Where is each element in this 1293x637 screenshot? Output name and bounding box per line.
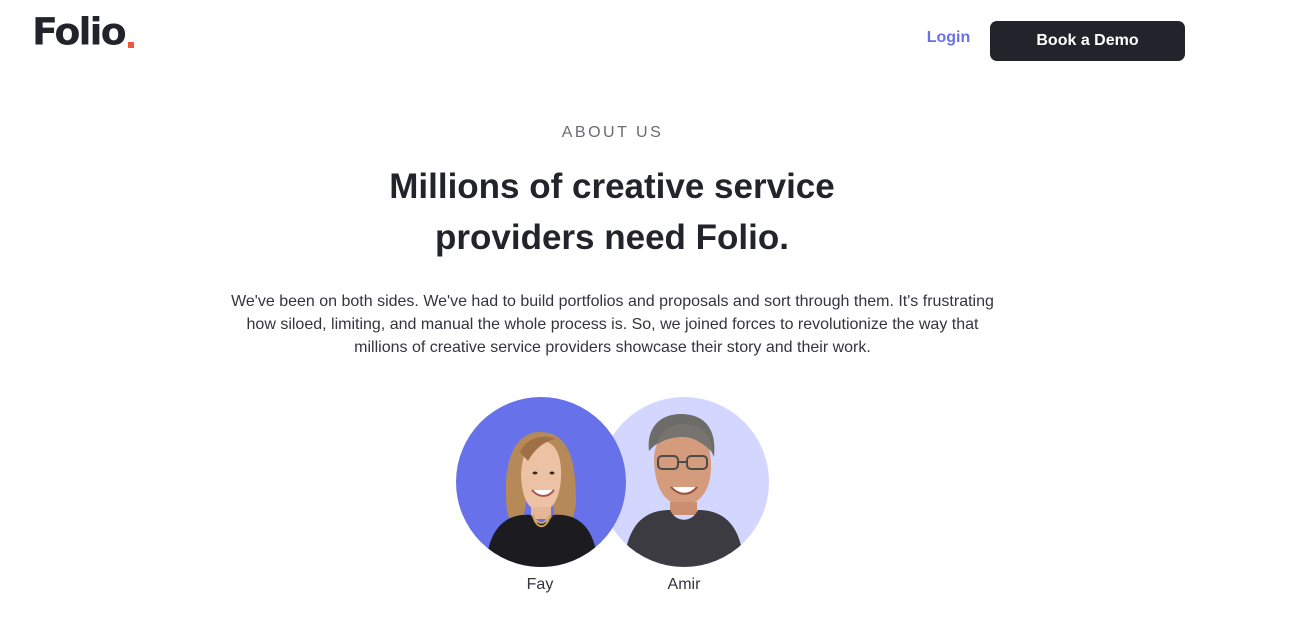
amir-name: Amir <box>667 576 701 593</box>
fay-portrait-illustration <box>486 432 598 567</box>
section-eyebrow: ABOUT US <box>561 124 664 141</box>
login-link[interactable]: Login <box>920 29 977 47</box>
about-page: Folio Login Book a Demo ABOUT US Million… <box>0 0 1293 637</box>
fay-avatar <box>456 397 626 567</box>
book-demo-button[interactable]: Book a Demo <box>990 21 1185 61</box>
logo-text: Folio <box>32 10 127 54</box>
folio-logo[interactable]: Folio <box>32 11 134 53</box>
page-headline: Millions of creative service providers n… <box>312 161 912 263</box>
logo-accent-dot <box>127 42 134 48</box>
headline-line-two: providers need Folio. <box>435 218 789 257</box>
fay-name: Fay <box>526 576 554 593</box>
about-description: We've been on both sides. We've had to b… <box>231 293 994 356</box>
headline-line-one: Millions of creative service <box>389 167 835 206</box>
